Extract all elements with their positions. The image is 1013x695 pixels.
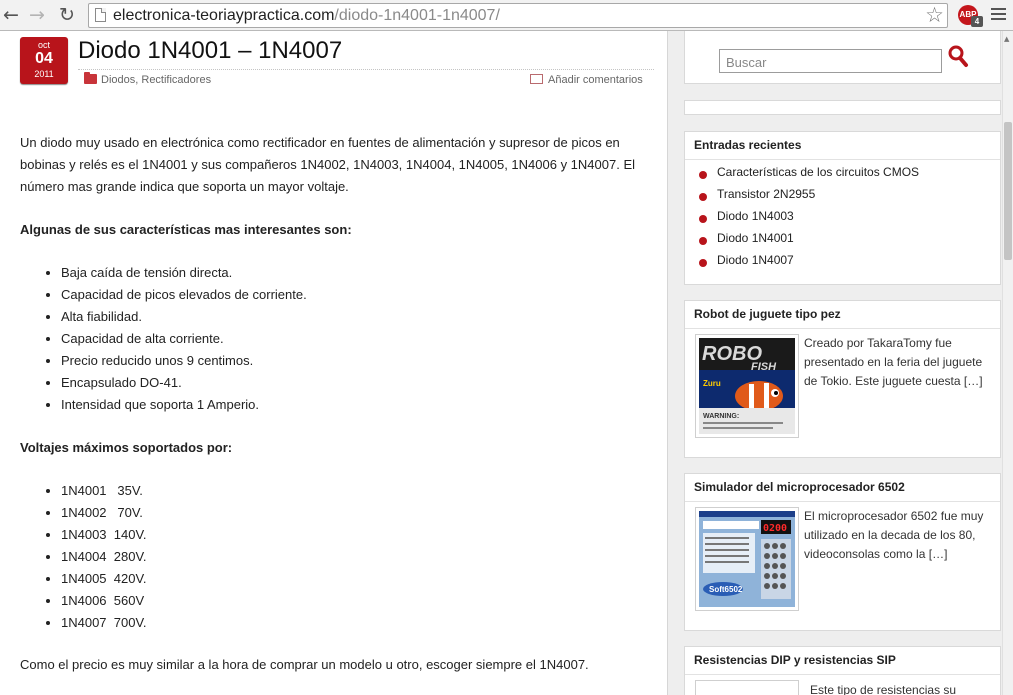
features-heading: Algunas de sus características mas inter… [20, 222, 352, 237]
address-bar[interactable]: electronica-teoriaypractica.com/diodo-1n… [88, 3, 948, 28]
voltages-heading: Voltajes máximos soportados por: [20, 440, 233, 455]
thumb-warning-text: WARNING: [703, 413, 739, 420]
page-icon [95, 8, 106, 22]
list-item: Alta fiabilidad. [61, 306, 307, 328]
thumb-brand-text: Zuru [703, 379, 721, 388]
add-comment-link[interactable]: Añadir comentarios [530, 74, 643, 86]
search-widget: Buscar [684, 31, 1001, 84]
list-item: Intensidad que soporta 1 Amperio. [61, 394, 307, 416]
empty-widget [684, 100, 1001, 115]
list-item: Capacidad de alta corriente. [61, 328, 307, 350]
add-comment-label: Añadir comentarios [548, 74, 643, 86]
recent-posts-list: Características de los circuitos CMOS Tr… [699, 165, 919, 275]
recent-post-link[interactable]: Diodo 1N4007 [699, 253, 919, 275]
simulator-6502-image: 0200 Soft6502 [699, 511, 795, 607]
recent-post-link[interactable]: Diodo 1N4001 [699, 231, 919, 253]
bullet-icon [699, 171, 707, 179]
bullet-icon [699, 259, 707, 267]
recent-post-link[interactable]: Diodo 1N4003 [699, 209, 919, 231]
bookmark-star-icon[interactable]: ☆ [925, 3, 944, 27]
recent-posts-title: Entradas recientes [694, 138, 802, 152]
robot-fish-thumbnail[interactable]: ROBO FISH Zuru WARNING: [695, 334, 799, 438]
featured-post-widget: Resistencias DIP y resistencias SIP Este… [684, 646, 1001, 695]
recent-post-label: Características de los circuitos CMOS [717, 165, 920, 179]
recent-post-label: Diodo 1N4007 [717, 253, 794, 267]
recent-post-link[interactable]: Características de los circuitos CMOS [699, 165, 919, 187]
url-host: electronica-teoriaypractica.com [113, 7, 335, 24]
featured-post-title[interactable]: Simulador del microprocesador 6502 [694, 480, 905, 494]
bullet-icon [699, 193, 707, 201]
article: oct 04 2011 Diodo 1N4001 – 1N4007 Diodos… [0, 31, 668, 695]
featured-post-widget: Simulador del microprocesador 6502 0200 [684, 473, 1001, 631]
list-item: Baja caída de tensión directa. [61, 262, 307, 284]
post-categories: Diodos, Rectificadores [84, 72, 211, 86]
widget-divider [685, 328, 1000, 329]
simulator-thumbnail[interactable]: 0200 Soft6502 [695, 507, 799, 611]
url-text[interactable]: electronica-teoriaypractica.com/diodo-1n… [113, 7, 500, 25]
comment-icon [530, 74, 543, 84]
date-month: oct [37, 40, 50, 50]
thumb-logo-text: Soft6502 [709, 585, 743, 594]
browser-toolbar: ← → ↻ electronica-teoriaypractica.com/di… [0, 0, 1013, 31]
adblock-count-badge: 4 [971, 16, 983, 27]
scrollbar-thumb[interactable] [1004, 122, 1012, 260]
resistor-thumbnail[interactable] [695, 680, 799, 695]
list-item: 1N4004 280V. [61, 546, 147, 568]
featured-post-title[interactable]: Robot de juguete tipo pez [694, 307, 841, 321]
post-intro: Un diodo muy usado en electrónica como r… [20, 135, 636, 194]
recent-post-label: Transistor 2N2955 [717, 187, 816, 201]
search-input[interactable]: Buscar [719, 49, 942, 73]
features-list: Baja caída de tensión directa. Capacidad… [20, 262, 307, 416]
list-item: Encapsulado DO-41. [61, 372, 307, 394]
title-divider [78, 69, 654, 70]
robot-fish-image: ROBO FISH Zuru WARNING: [699, 338, 795, 434]
featured-post-widget: Robot de juguete tipo pez ROBO FISH Zuru… [684, 300, 1001, 458]
forward-arrow-icon[interactable]: → [26, 3, 48, 27]
bullet-icon [699, 215, 707, 223]
category-link-rectificadores[interactable]: Rectificadores [141, 74, 211, 86]
list-item: 1N4006 560V [61, 590, 147, 612]
recent-post-label: Diodo 1N4003 [717, 209, 794, 223]
recent-post-label: Diodo 1N4001 [717, 231, 794, 245]
page-scrollbar[interactable]: ▲ [1002, 31, 1013, 695]
thumb-fish-text: FISH [751, 361, 777, 373]
featured-post-title[interactable]: Resistencias DIP y resistencias SIP [694, 653, 896, 667]
scroll-up-arrow-icon[interactable]: ▲ [1004, 35, 1009, 43]
featured-post-excerpt: Este tipo de resistencias su [810, 683, 957, 695]
list-item: 1N4007 700V. [61, 612, 147, 634]
date-day: 04 [35, 50, 53, 67]
widget-divider [685, 674, 1000, 675]
date-year: 2011 [34, 69, 54, 79]
sidebar: Buscar Entradas recientes Característica… [668, 31, 1002, 695]
widget-divider [685, 159, 1000, 160]
category-link-diodos[interactable]: Diodos [101, 74, 135, 86]
featured-post-excerpt: El microprocesador 6502 fue muy utilizad… [804, 509, 984, 561]
post-conclusion: Como el precio es muy similar a la hora … [20, 657, 589, 672]
thumb-display-text: 0200 [763, 523, 787, 534]
list-item: 1N4003 140V. [61, 524, 147, 546]
bullet-icon [699, 237, 707, 245]
widget-divider [685, 501, 1000, 502]
list-item: 1N4005 420V. [61, 568, 147, 590]
list-item: 1N4001 35V. [61, 480, 147, 502]
featured-post-excerpt: Creado por TakaraTomy fue presentado en … [804, 336, 983, 388]
browser-menu-icon[interactable] [991, 8, 1006, 23]
list-item: Capacidad de picos elevados de corriente… [61, 284, 307, 306]
reload-icon[interactable]: ↻ [56, 3, 78, 27]
post-title[interactable]: Diodo 1N4001 – 1N4007 [78, 37, 342, 65]
list-item: Precio reducido unos 9 centimos. [61, 350, 307, 372]
voltages-list: 1N4001 35V. 1N4002 70V. 1N4003 140V. 1N4… [20, 480, 147, 634]
folder-icon [84, 72, 97, 84]
date-badge: oct 04 2011 [20, 37, 68, 84]
list-item: 1N4002 70V. [61, 502, 147, 524]
recent-posts-widget: Entradas recientes Características de lo… [684, 131, 1001, 285]
recent-post-link[interactable]: Transistor 2N2955 [699, 187, 919, 209]
back-arrow-icon[interactable]: ← [0, 3, 22, 27]
search-icon[interactable] [947, 44, 969, 68]
url-path: /diodo-1n4001-1n4007/ [334, 7, 500, 24]
